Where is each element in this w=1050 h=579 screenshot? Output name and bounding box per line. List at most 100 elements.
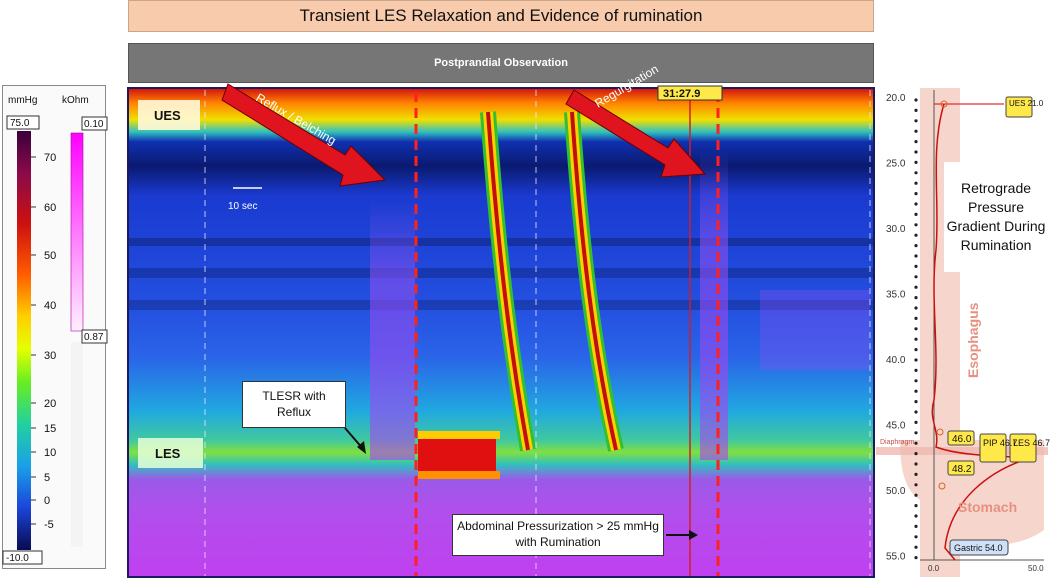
sensor-dot <box>914 192 918 196</box>
esophagus-label: Esophagus <box>965 302 981 378</box>
colorbar-tick-label: -5 <box>44 519 54 531</box>
v482: 48.2 <box>952 464 972 475</box>
sensor-dot <box>914 140 918 144</box>
colorbar-tick-label: 0 <box>44 495 50 507</box>
colorbar-tick-label: 20 <box>44 398 56 410</box>
profile-x-tick-label: 0.0 <box>928 564 940 573</box>
v460: 46.0 <box>952 434 972 445</box>
sensor-dot <box>914 493 918 497</box>
sensor-dot <box>914 410 918 414</box>
reflux-column <box>370 200 415 460</box>
colorbar: mmHg kOhm 75.0 -10.0 706050403020151050-… <box>2 95 108 565</box>
colorbar-tick-label: 40 <box>44 300 56 312</box>
colorbar-tick-label: 5 <box>44 472 50 484</box>
stomach-label: Stomach <box>958 499 1017 515</box>
profile-tick-label: 25.0 <box>886 159 906 170</box>
impedance-scale-lower <box>71 342 83 547</box>
sensor-dot <box>914 181 918 185</box>
colorbar-tick-label: 10 <box>44 447 56 459</box>
purple-region <box>760 290 870 370</box>
sensor-dot <box>914 160 918 164</box>
profile-tick-label: 40.0 <box>886 355 906 366</box>
les-tag: LES 46.7 <box>1013 438 1050 448</box>
profile-tick-label: 55.0 <box>886 552 906 563</box>
colorbar-min-label: -10.0 <box>6 553 29 564</box>
sensor-dot <box>914 275 918 279</box>
impedance-scale <box>70 132 84 332</box>
profile-tick-label: 35.0 <box>886 290 906 301</box>
sensor-dot <box>914 535 918 539</box>
sensor-dot <box>914 504 918 508</box>
sensor-dot <box>914 254 918 258</box>
tlesr-callout: TLESR with Reflux <box>242 381 346 428</box>
sensor-dot <box>914 202 918 206</box>
sensor-dot <box>914 119 918 123</box>
pressure-scale <box>17 131 31 550</box>
sensor-dot <box>914 441 918 445</box>
les-pressure-block <box>418 438 496 472</box>
colorbar-tick-label: 30 <box>44 350 56 362</box>
profile-tick-label: 45.0 <box>886 421 906 432</box>
gastric-tag: Gastric 54.0 <box>954 543 1003 553</box>
les-label: LES <box>155 446 181 461</box>
sensor-dot <box>914 98 918 102</box>
colorbar-tick-label: 70 <box>44 152 56 164</box>
diaphragm-label: Diaphragm <box>880 439 914 446</box>
colorbar-tick-label: 15 <box>44 423 56 435</box>
sensor-dot <box>914 171 918 175</box>
sensor-dot <box>914 389 918 393</box>
sensor-dot <box>914 556 918 560</box>
profile-tick-label: 20.0 <box>886 93 906 104</box>
sensor-dot <box>914 545 918 549</box>
sensor-dot <box>914 483 918 487</box>
colorbar-tick-label: 60 <box>44 202 56 214</box>
main-canvas: mmHg kOhm 75.0 -10.0 706050403020151050-… <box>2 62 1050 578</box>
sensor-dot <box>914 129 918 133</box>
sensor-dot <box>914 264 918 268</box>
profile-annotation: Retrograde Pressure Gradient During Rumi… <box>944 162 1048 272</box>
sensor-dot <box>914 472 918 476</box>
profile-tick-label: 50.0 <box>886 486 906 497</box>
imp-bottom-label: 0.87 <box>84 332 104 343</box>
sensor-dot <box>914 400 918 404</box>
scale-label: 10 sec <box>228 201 257 212</box>
pip-tag: PIP 46.7 <box>983 438 1017 448</box>
sensor-dot <box>914 462 918 466</box>
profile-x-tick-label: 50.0 <box>1028 564 1044 573</box>
sensor-dot <box>914 316 918 320</box>
sensor-dot <box>914 368 918 372</box>
les-pressure-edge <box>418 431 500 439</box>
sensor-dot <box>914 452 918 456</box>
abdominal-callout: Abdominal Pressurization > 25 mmHg with … <box>452 514 664 556</box>
sensor-dot <box>914 379 918 383</box>
sensor-dot <box>914 431 918 435</box>
sensor-dot <box>914 150 918 154</box>
colorbar-tick-label: 50 <box>44 250 56 262</box>
ues-tag: UES 21.0 <box>1009 99 1044 108</box>
imp-top-label: 0.10 <box>84 119 104 130</box>
sensor-dot <box>914 212 918 216</box>
sensor-dot <box>914 514 918 518</box>
sensor-dot <box>914 296 918 300</box>
sensor-dot <box>914 108 918 112</box>
sensor-dot <box>914 327 918 331</box>
sensor-dot <box>914 233 918 237</box>
profile-tick-label: 30.0 <box>886 224 906 235</box>
sensor-dot <box>914 337 918 341</box>
colorbar-right-unit: kOhm <box>62 95 89 106</box>
regurg-column <box>700 150 728 460</box>
colorbar-max-label: 75.0 <box>10 118 30 129</box>
sensor-dot <box>914 285 918 289</box>
timestamp: 31:27.9 <box>663 88 700 100</box>
sensor-dot <box>914 244 918 248</box>
colorbar-left-unit: mmHg <box>8 95 37 106</box>
les-pressure-edge <box>418 471 500 479</box>
sensor-dot <box>914 348 918 352</box>
sensor-dot <box>914 306 918 310</box>
sensor-dot <box>914 223 918 227</box>
sensor-dot <box>914 420 918 424</box>
sensor-dot <box>914 524 918 529</box>
heatmap: 10 sec UES LES 31:27.9 <box>127 85 875 578</box>
ues-label: UES <box>154 108 181 123</box>
sensor-dot <box>914 358 918 362</box>
